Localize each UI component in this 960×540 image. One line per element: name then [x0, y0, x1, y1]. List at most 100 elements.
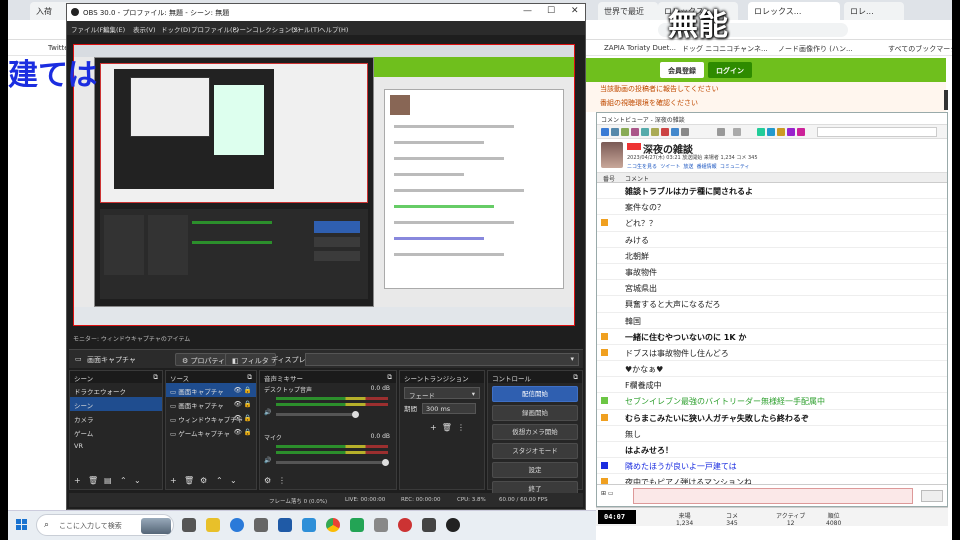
- visibility-lock-icon[interactable]: 👁 🔒: [234, 428, 252, 436]
- comment-row[interactable]: ♥かなぁ♥: [597, 361, 947, 378]
- add-icon[interactable]: +: [170, 476, 177, 485]
- toolbar-icon[interactable]: [717, 128, 725, 136]
- toolbar-icon[interactable]: [767, 128, 775, 136]
- delete-icon[interactable]: 🗑: [184, 476, 194, 485]
- menu-tools[interactable]: ツール(T): [291, 24, 320, 34]
- source-item[interactable]: ▭ 画面キャプチャ 👁 🔒: [166, 383, 256, 397]
- comment-row[interactable]: 興奮すると大声になるだろ: [597, 296, 947, 313]
- scene-item[interactable]: カメラ: [70, 411, 162, 425]
- move-up-icon[interactable]: ⌃: [120, 476, 127, 485]
- windows-start-icon[interactable]: [16, 519, 28, 531]
- comment-row[interactable]: 案件なの？: [597, 199, 947, 216]
- comment-row[interactable]: みける: [597, 232, 947, 248]
- gear-icon[interactable]: ⚙: [200, 476, 207, 485]
- app-icon[interactable]: [374, 518, 388, 532]
- column-number[interactable]: 番号: [603, 174, 615, 183]
- app-icon[interactable]: [206, 518, 220, 532]
- toolbar-icon[interactable]: [787, 128, 795, 136]
- link-broadcast[interactable]: 放送: [683, 164, 693, 170]
- menu-file[interactable]: ファイル(F): [71, 24, 106, 34]
- input-options[interactable]: ⊞ ▭: [601, 490, 629, 502]
- gear-icon[interactable]: ⚙: [264, 476, 271, 485]
- column-comment[interactable]: コメント: [625, 174, 649, 183]
- edge-browser-icon[interactable]: [230, 518, 244, 532]
- scene-item[interactable]: シーン: [70, 397, 162, 411]
- source-item[interactable]: ▭ ウィンドウキャプチャ 👁 🔒: [166, 411, 256, 425]
- bookmark-item[interactable]: ノード画像作り (ハン...: [778, 44, 853, 54]
- maximize-icon[interactable]: ☐: [547, 6, 555, 16]
- menu-edit[interactable]: 編集(E): [103, 24, 125, 34]
- visibility-lock-icon[interactable]: 👁 🔒: [234, 400, 252, 408]
- page-scrollbar[interactable]: [944, 90, 948, 110]
- volume-slider[interactable]: [276, 411, 359, 418]
- dock-float-icon[interactable]: ⧉: [573, 373, 578, 382]
- speaker-icon[interactable]: 🔊: [264, 457, 271, 464]
- menu-profile[interactable]: プロファイル(P): [191, 24, 239, 34]
- comment-row[interactable]: 北朝鮮: [597, 248, 947, 264]
- duration-input[interactable]: 300 ms: [422, 403, 476, 414]
- menu-view[interactable]: 表示(V): [133, 24, 156, 34]
- link-watch[interactable]: ニコ生を見る: [627, 164, 657, 170]
- comment-row[interactable]: 韓国: [597, 313, 947, 329]
- start-virtual-camera-button[interactable]: 仮想カメラ開始: [492, 424, 578, 440]
- move-down-icon[interactable]: ⌄: [230, 476, 237, 485]
- toolbar-icon[interactable]: [631, 128, 639, 136]
- speaker-icon[interactable]: 🔊: [264, 409, 271, 416]
- comment-row[interactable]: ドブスは事故物件し住んどろ: [597, 345, 947, 362]
- comment-row[interactable]: はよみせろ！: [597, 442, 947, 459]
- settings-button[interactable]: 設定: [492, 462, 578, 478]
- add-icon[interactable]: +: [430, 423, 437, 432]
- source-item[interactable]: ▭ 画面キャプチャ 👁 🔒: [166, 397, 256, 411]
- toolbar-icon[interactable]: [733, 128, 741, 136]
- scene-item[interactable]: VR: [70, 439, 162, 453]
- link-info[interactable]: 番組情報: [697, 164, 717, 170]
- move-up-icon[interactable]: ⌃: [216, 476, 223, 485]
- member-register-button[interactable]: 会員登録: [660, 62, 704, 78]
- bookmark-item[interactable]: ドッグ ニコニコチャンネ...: [682, 44, 768, 54]
- move-down-icon[interactable]: ⌄: [134, 476, 141, 485]
- comment-row[interactable]: F欄養成中: [597, 377, 947, 394]
- toolbar-icon[interactable]: [681, 128, 689, 136]
- dock-float-icon[interactable]: ⧉: [387, 373, 392, 382]
- browser-tab[interactable]: ロレ...: [844, 2, 904, 20]
- bookmark-item[interactable]: すべてのブックマーク: [888, 44, 957, 54]
- link-tweet[interactable]: ツイート: [660, 164, 680, 170]
- app-icon[interactable]: [302, 518, 316, 532]
- studio-mode-button[interactable]: スタジオモード: [492, 443, 578, 459]
- visibility-lock-icon[interactable]: 👁 🔒: [234, 386, 252, 394]
- dock-float-icon[interactable]: ⧉: [153, 373, 158, 382]
- comment-row[interactable]: むらまこみたいに狭い人ガチャ失敗したら終わるぞ: [597, 410, 947, 426]
- viewer-url-field[interactable]: [817, 127, 937, 137]
- link-community[interactable]: コミュニティ: [720, 164, 750, 170]
- toolbar-icon[interactable]: [651, 128, 659, 136]
- add-icon[interactable]: +: [74, 476, 81, 485]
- menu-dock[interactable]: ドック(D): [161, 24, 191, 34]
- comment-row[interactable]: 事故物件: [597, 264, 947, 281]
- toolbar-icon[interactable]: [611, 128, 619, 136]
- app-icon[interactable]: [350, 518, 364, 532]
- toolbar-icon[interactable]: [671, 128, 679, 136]
- browser-tab[interactable]: 世界で最近: [598, 2, 658, 20]
- more-icon[interactable]: ⋮: [457, 423, 465, 432]
- login-button[interactable]: ログイン: [708, 62, 752, 78]
- app-icon[interactable]: [254, 518, 268, 532]
- menu-help[interactable]: ヘルプ(H): [319, 24, 348, 34]
- comment-row[interactable]: 雑談トラブルはカテ種に関されるよ: [597, 183, 947, 200]
- task-view-icon[interactable]: [182, 518, 196, 532]
- delete-icon[interactable]: 🗑: [88, 476, 98, 485]
- toolbar-icon[interactable]: [621, 128, 629, 136]
- start-streaming-button[interactable]: 配信開始: [492, 386, 578, 402]
- comment-row[interactable]: 一緒に住むやついないのに 1K か: [597, 329, 947, 345]
- toolbar-icon[interactable]: [777, 128, 785, 136]
- browser-tab-active[interactable]: ロレックス...: [748, 2, 840, 20]
- comment-row[interactable]: 宮城県出: [597, 280, 947, 297]
- toolbar-icon[interactable]: [661, 128, 669, 136]
- close-icon[interactable]: ✕: [571, 6, 579, 16]
- obs-taskbar-icon[interactable]: [446, 518, 460, 532]
- scene-item[interactable]: ドラクエウォーク: [70, 383, 162, 397]
- toolbar-icon[interactable]: [757, 128, 765, 136]
- comment-row[interactable]: 無し: [597, 426, 947, 442]
- taskbar-search[interactable]: ⌕ ここに入力して検索: [36, 514, 174, 536]
- filters-button[interactable]: ◧ フィルタ: [225, 353, 276, 366]
- comment-row[interactable]: どれ？？: [597, 215, 947, 232]
